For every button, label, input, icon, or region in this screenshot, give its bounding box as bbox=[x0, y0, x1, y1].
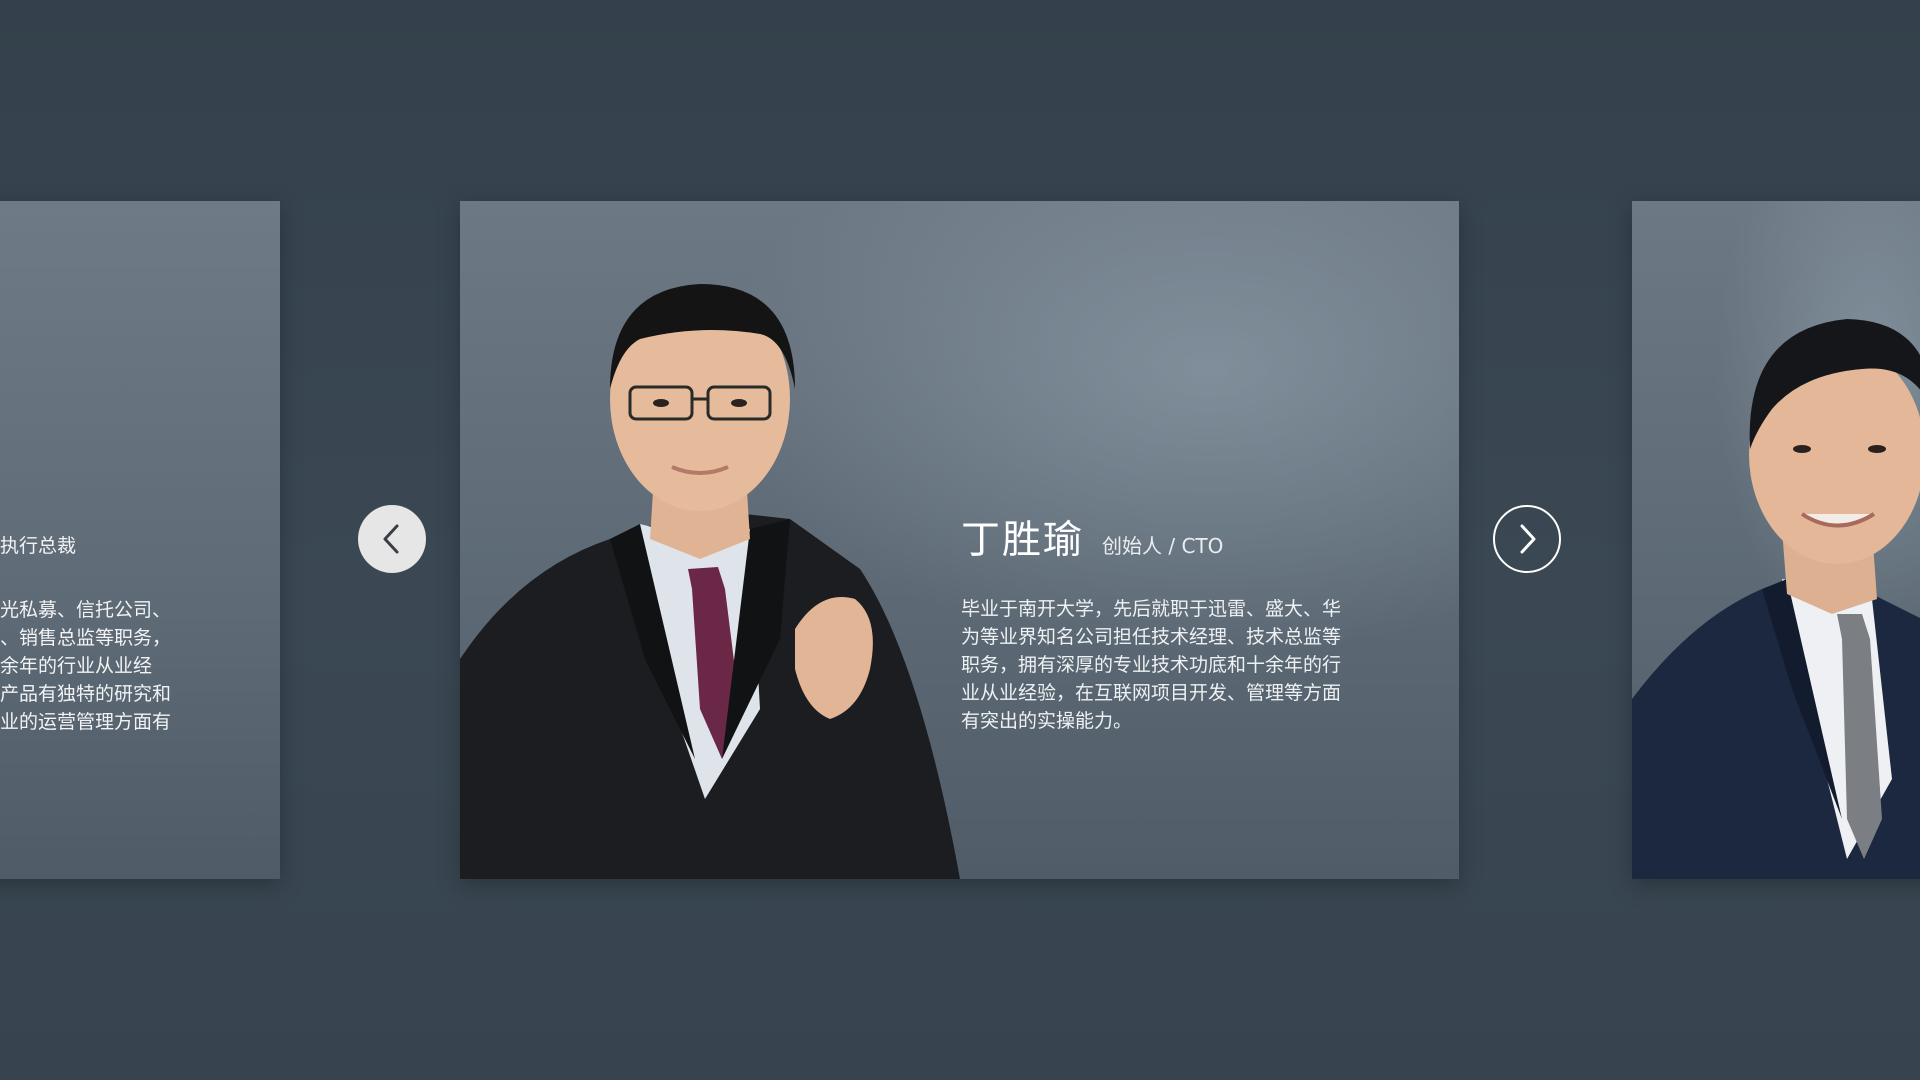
profile-card-active: 丁胜瑜 创始人 / CTO 毕业于南开大学，先后就职于迅雷、盛大、华 为等业界知… bbox=[460, 201, 1459, 879]
profile-card-next[interactable] bbox=[1632, 201, 1920, 879]
chevron-right-icon bbox=[1520, 524, 1536, 554]
profile-name: 丁胜瑜 bbox=[961, 518, 1085, 563]
profile-info: 丁胜瑜 创始人 / CTO 毕业于南开大学，先后就职于迅雷、盛大、华 为等业界知… bbox=[961, 509, 1381, 735]
profile-info-previous: 执行总裁 光私募、信托公司、 、销售总监等职务， 余年的行业从业经 产品有独特的… bbox=[0, 531, 171, 736]
profile-bio: 光私募、信托公司、 、销售总监等职务， 余年的行业从业经 产品有独特的研究和 业… bbox=[0, 599, 172, 733]
carousel-next-button[interactable] bbox=[1493, 505, 1561, 573]
profile-header: 丁胜瑜 创始人 / CTO bbox=[961, 509, 1381, 565]
profile-role: 创始人 / CTO bbox=[1102, 534, 1224, 558]
team-carousel: 执行总裁 光私募、信托公司、 、销售总监等职务， 余年的行业从业经 产品有独特的… bbox=[0, 0, 1920, 1080]
chevron-left-icon bbox=[383, 524, 399, 554]
portrait-photo bbox=[460, 284, 960, 879]
profile-bio: 毕业于南开大学，先后就职于迅雷、盛大、华 为等业界知名公司担任技术经理、技术总监… bbox=[961, 598, 1342, 732]
profile-role: 执行总裁 bbox=[0, 535, 77, 557]
portrait-photo bbox=[1632, 319, 1920, 879]
carousel-prev-button[interactable] bbox=[358, 505, 426, 573]
profile-card-previous[interactable]: 执行总裁 光私募、信托公司、 、销售总监等职务， 余年的行业从业经 产品有独特的… bbox=[0, 201, 280, 879]
